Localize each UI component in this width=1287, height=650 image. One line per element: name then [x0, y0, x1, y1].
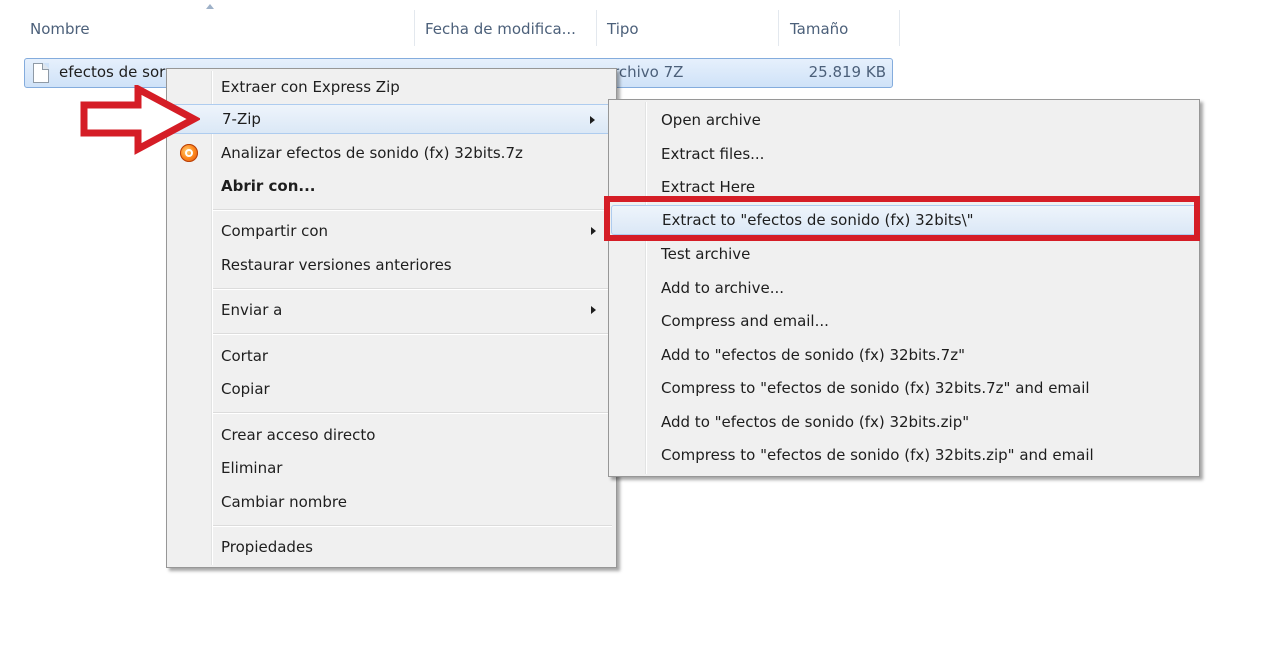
column-header-size[interactable]: Tamaño: [790, 0, 848, 58]
submenu-item-label: Test archive: [661, 245, 751, 263]
menu-item-send-to[interactable]: Enviar a: [169, 295, 614, 325]
column-divider[interactable]: [778, 10, 779, 46]
annotation-arrow-icon: [80, 85, 200, 155]
submenu-item-add-to-7z[interactable]: Add to "efectos de sonido (fx) 32bits.7z…: [611, 340, 1197, 370]
menu-item-label: Propiedades: [221, 538, 313, 556]
menu-item-label: Cortar: [221, 347, 269, 365]
menu-item-open-with[interactable]: Abrir con...: [169, 171, 614, 201]
submenu-arrow-icon: [591, 306, 596, 314]
column-header-date-label: Fecha de modifica...: [425, 20, 576, 38]
submenu-item-compress-7z-email[interactable]: Compress to "efectos de sonido (fx) 32bi…: [611, 373, 1197, 403]
submenu-item-label: Compress to "efectos de sonido (fx) 32bi…: [661, 446, 1094, 464]
menu-item-label: Eliminar: [221, 459, 283, 477]
file-icon: [33, 63, 49, 83]
submenu-item-label: Add to "efectos de sonido (fx) 32bits.zi…: [661, 413, 970, 431]
column-header-size-label: Tamaño: [790, 20, 849, 38]
menu-item-label: Compartir con: [221, 222, 329, 240]
menu-item-label: Restaurar versiones anteriores: [221, 256, 452, 274]
column-divider[interactable]: [899, 10, 900, 46]
column-header-name[interactable]: Nombre: [30, 0, 90, 58]
menu-item-properties[interactable]: Propiedades: [169, 532, 614, 562]
context-menu: Extraer con Express Zip 7-Zip Analizar e…: [166, 68, 617, 568]
menu-separator: [213, 288, 612, 290]
submenu-item-label: Compress and email...: [661, 312, 829, 330]
menu-item-label: Crear acceso directo: [221, 426, 376, 444]
menu-separator: [213, 525, 612, 527]
submenu-item-label: Add to archive...: [661, 279, 784, 297]
menu-item-delete[interactable]: Eliminar: [169, 453, 614, 483]
sort-ascending-icon: [206, 4, 214, 9]
sevenzip-submenu: Open archive Extract files... Extract He…: [608, 99, 1200, 477]
menu-item-label: Enviar a: [221, 301, 283, 319]
menu-item-cut[interactable]: Cortar: [169, 341, 614, 371]
menu-item-label: Extraer con Express Zip: [221, 78, 400, 96]
menu-separator: [213, 209, 612, 211]
annotation-highlight-box: [604, 196, 1200, 241]
submenu-item-label: Extract Here: [661, 178, 756, 196]
submenu-item-extract-files[interactable]: Extract files...: [611, 139, 1197, 169]
menu-item-restore-versions[interactable]: Restaurar versiones anteriores: [169, 250, 614, 280]
submenu-item-label: Extract files...: [661, 145, 765, 163]
column-divider[interactable]: [596, 10, 597, 46]
column-header-date[interactable]: Fecha de modifica...: [425, 0, 576, 58]
submenu-arrow-icon: [591, 227, 596, 235]
submenu-arrow-icon: [590, 116, 595, 124]
menu-separator: [213, 412, 612, 414]
submenu-item-label: Compress to "efectos de sonido (fx) 32bi…: [661, 379, 1090, 397]
menu-item-create-shortcut[interactable]: Crear acceso directo: [169, 420, 614, 450]
explorer-view: Nombre Fecha de modifica... Tipo Tamaño …: [0, 0, 1287, 650]
submenu-item-add-to-zip[interactable]: Add to "efectos de sonido (fx) 32bits.zi…: [611, 407, 1197, 437]
submenu-item-label: Open archive: [661, 111, 761, 129]
menu-item-extract-express-zip[interactable]: Extraer con Express Zip: [169, 72, 614, 102]
column-divider[interactable]: [414, 10, 415, 46]
file-name: efectos de sor: [59, 63, 166, 81]
submenu-item-add-to-archive[interactable]: Add to archive...: [611, 273, 1197, 303]
menu-item-label: Copiar: [221, 380, 270, 398]
column-header-type[interactable]: Tipo: [607, 0, 639, 58]
submenu-item-label: Add to "efectos de sonido (fx) 32bits.7z…: [661, 346, 965, 364]
menu-item-analyze[interactable]: Analizar efectos de sonido (fx) 32bits.7…: [169, 138, 614, 168]
file-type: rchivo 7Z: [613, 63, 684, 81]
submenu-item-compress-zip-email[interactable]: Compress to "efectos de sonido (fx) 32bi…: [611, 440, 1197, 470]
menu-item-label: Cambiar nombre: [221, 493, 347, 511]
column-header-type-label: Tipo: [607, 20, 639, 38]
menu-separator: [213, 333, 612, 335]
submenu-item-open-archive[interactable]: Open archive: [611, 105, 1197, 135]
menu-item-rename[interactable]: Cambiar nombre: [169, 487, 614, 517]
menu-item-copy[interactable]: Copiar: [169, 374, 614, 404]
menu-item-label: 7-Zip: [222, 110, 261, 128]
submenu-item-test-archive[interactable]: Test archive: [611, 239, 1197, 269]
menu-item-label: Analizar efectos de sonido (fx) 32bits.7…: [221, 144, 523, 162]
menu-item-7zip[interactable]: 7-Zip: [169, 104, 614, 134]
menu-item-share-with[interactable]: Compartir con: [169, 216, 614, 246]
menu-item-label: Abrir con...: [221, 177, 316, 195]
file-size: 25.819 KB: [808, 63, 886, 81]
submenu-item-compress-email[interactable]: Compress and email...: [611, 306, 1197, 336]
column-header-name-label: Nombre: [30, 20, 90, 38]
